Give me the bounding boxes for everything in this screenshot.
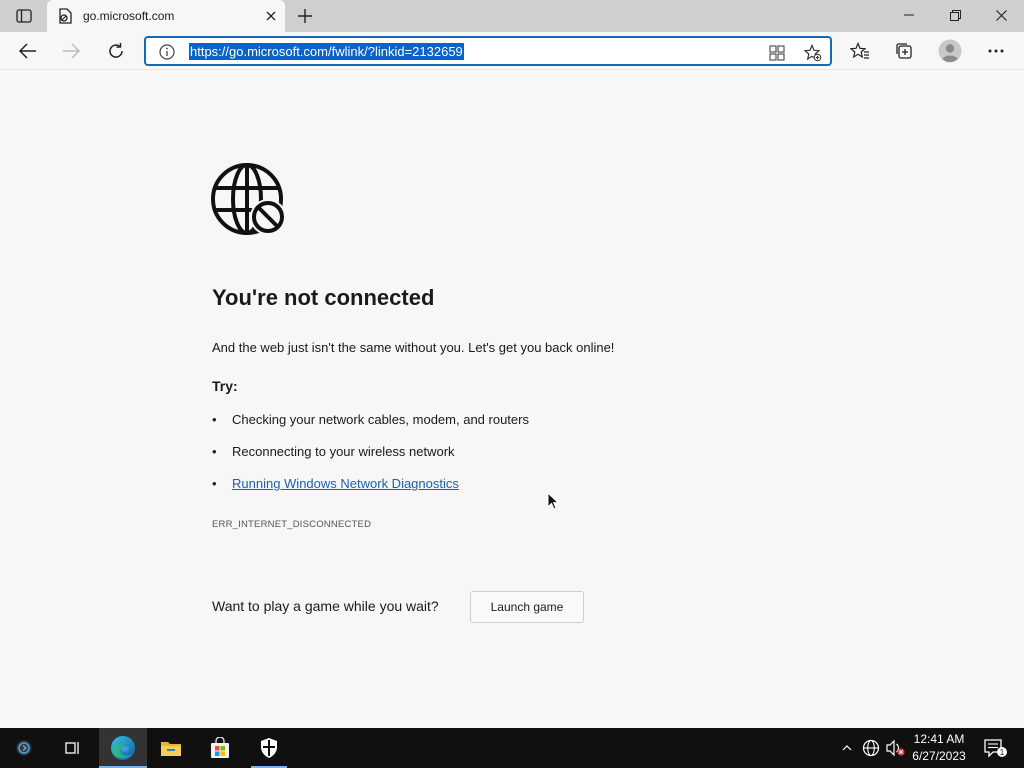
error-code: ERR_INTERNET_DISCONNECTED xyxy=(212,519,372,530)
show-hidden-icons-button[interactable] xyxy=(838,728,856,768)
suggestion-text: Reconnecting to your wireless network xyxy=(232,444,455,459)
url-text[interactable]: https://go.microsoft.com/fwlink/?linkid=… xyxy=(189,43,464,60)
network-globe-icon xyxy=(862,739,880,757)
page-title: You're not connected xyxy=(212,285,435,310)
address-bar[interactable]: https://go.microsoft.com/fwlink/?linkid=… xyxy=(144,36,832,66)
cortana-icon xyxy=(16,740,32,756)
taskbar-microsoft-store[interactable] xyxy=(196,728,244,768)
plus-icon xyxy=(298,9,312,23)
notification-icon: 1 xyxy=(984,739,1007,758)
launch-game-button[interactable]: Launch game xyxy=(470,591,584,623)
favorites-button[interactable] xyxy=(845,36,875,66)
close-window-button[interactable] xyxy=(978,0,1024,30)
notification-count: 1 xyxy=(1000,748,1005,757)
task-view-button[interactable] xyxy=(48,728,96,768)
taskbar-clock[interactable]: 12:41 AM 6/27/2023 xyxy=(906,731,972,765)
title-bar: go.microsoft.com xyxy=(0,0,1024,32)
back-arrow-icon xyxy=(19,43,36,59)
page-subtitle: And the web just isn't the same without … xyxy=(212,340,615,355)
back-button[interactable] xyxy=(13,36,43,66)
edge-icon xyxy=(111,736,135,760)
globe-blocked-icon xyxy=(211,162,287,238)
action-center-button[interactable]: 1 xyxy=(978,728,1012,768)
volume-button[interactable] xyxy=(884,728,908,768)
favorites-icon xyxy=(850,42,869,59)
tab-actions-button[interactable] xyxy=(8,5,40,27)
close-icon xyxy=(266,11,276,21)
file-explorer-icon xyxy=(161,742,181,756)
taskbar-windows-security[interactable] xyxy=(245,728,293,768)
forward-button[interactable] xyxy=(56,36,86,66)
refresh-icon xyxy=(109,43,123,58)
avatar-icon xyxy=(938,39,962,63)
volume-muted-icon xyxy=(886,740,905,756)
site-info-icon[interactable] xyxy=(158,43,176,61)
security-icon xyxy=(261,738,277,758)
close-icon xyxy=(995,9,1007,21)
microsoft-store-icon xyxy=(211,737,229,758)
collections-icon xyxy=(896,43,912,59)
game-prompt: Want to play a game while you wait? xyxy=(212,598,439,614)
network-diagnostics-link[interactable]: Running Windows Network Diagnostics xyxy=(232,476,459,491)
chevron-up-icon xyxy=(842,745,852,751)
clock-time: 12:41 AM xyxy=(913,732,965,746)
list-item: • Reconnecting to your wireless network xyxy=(212,444,455,459)
settings-more-button[interactable] xyxy=(981,36,1011,66)
task-view-icon xyxy=(65,742,79,754)
refresh-button[interactable] xyxy=(101,36,131,66)
new-tab-button[interactable] xyxy=(292,3,318,29)
cortana-button[interactable] xyxy=(0,728,48,768)
minimize-icon xyxy=(904,14,914,16)
browser-toolbar: https://go.microsoft.com/fwlink/?linkid=… xyxy=(0,32,1024,70)
suggestion-text: Checking your network cables, modem, and… xyxy=(232,412,529,427)
list-item: • Checking your network cables, modem, an… xyxy=(212,412,529,427)
taskbar: 12:41 AM 6/27/2023 1 xyxy=(0,728,1024,768)
app-available-icon[interactable] xyxy=(766,42,788,64)
more-icon xyxy=(988,49,1004,53)
taskbar-file-explorer[interactable] xyxy=(147,728,195,768)
restore-icon xyxy=(949,9,961,21)
profile-button[interactable] xyxy=(935,36,965,66)
page-favicon-icon xyxy=(57,8,73,24)
minimize-button[interactable] xyxy=(886,0,932,30)
list-item: • Running Windows Network Diagnostics xyxy=(212,476,459,491)
network-status-button[interactable] xyxy=(860,728,882,768)
collections-button[interactable] xyxy=(889,36,919,66)
try-label: Try: xyxy=(212,378,238,394)
tab-title: go.microsoft.com xyxy=(83,9,175,23)
forward-arrow-icon xyxy=(63,43,80,59)
add-favorite-icon[interactable] xyxy=(802,42,824,64)
mouse-pointer-icon xyxy=(547,491,560,510)
active-tab[interactable]: go.microsoft.com xyxy=(47,0,285,32)
restore-button[interactable] xyxy=(932,0,978,30)
taskbar-edge[interactable] xyxy=(99,728,147,768)
tab-actions-icon xyxy=(16,9,32,23)
tab-close-button[interactable] xyxy=(257,2,285,30)
clock-date: 6/27/2023 xyxy=(912,749,966,763)
